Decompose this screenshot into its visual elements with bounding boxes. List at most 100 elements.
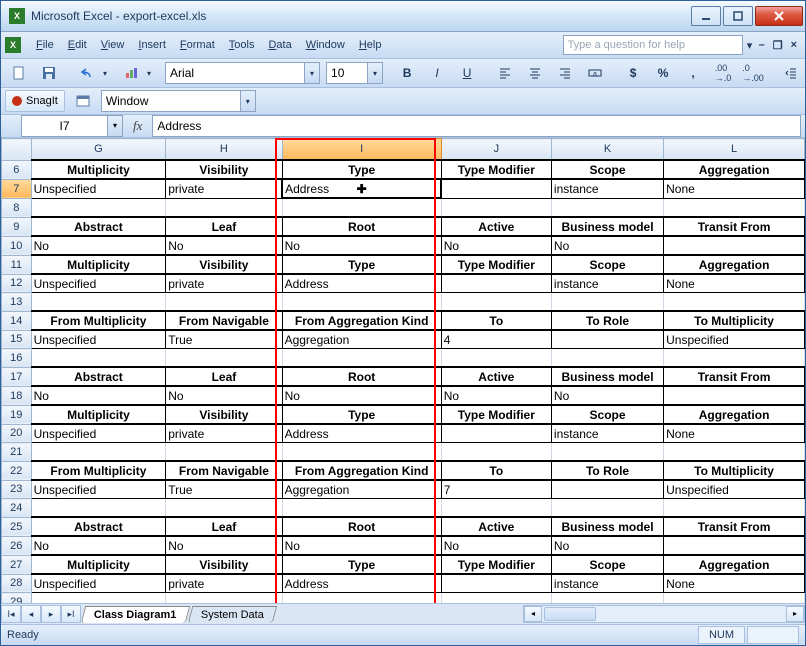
chevron-down-icon[interactable]: ▾ xyxy=(304,63,319,83)
cell-I6[interactable]: Type xyxy=(282,160,441,179)
cell-H24[interactable] xyxy=(166,499,282,518)
cell-G8[interactable] xyxy=(31,198,166,217)
cell-G18[interactable]: No xyxy=(31,386,166,405)
cell-J7[interactable] xyxy=(441,179,551,198)
maximize-button[interactable] xyxy=(723,6,753,26)
row-header-28[interactable]: 28 xyxy=(2,574,32,593)
col-header-G[interactable]: G xyxy=(31,139,166,161)
cell-H26[interactable]: No xyxy=(166,536,282,555)
cell-I11[interactable]: Type xyxy=(282,255,441,274)
cell-J18[interactable]: No xyxy=(441,386,551,405)
cell-K22[interactable]: To Role xyxy=(551,461,663,480)
cell-I24[interactable] xyxy=(282,499,441,518)
cell-J11[interactable]: Type Modifier xyxy=(441,255,551,274)
cell-I12[interactable]: Address xyxy=(282,274,441,293)
font-name-combo[interactable]: ▾ xyxy=(165,62,320,84)
undo-dropdown-icon[interactable]: ▾ xyxy=(103,69,107,78)
snagit-mode-input[interactable] xyxy=(102,92,240,110)
cell-J8[interactable] xyxy=(441,198,551,217)
row-header-25[interactable]: 25 xyxy=(2,517,32,536)
cell-G25[interactable]: Abstract xyxy=(31,517,166,536)
cell-I10[interactable]: No xyxy=(282,236,441,255)
cell-G15[interactable]: Unspecified xyxy=(31,330,166,349)
cell-L17[interactable]: Transit From xyxy=(664,367,805,386)
cell-K21[interactable] xyxy=(551,443,663,462)
merge-button[interactable]: a xyxy=(581,62,609,84)
cell-I20[interactable]: Address xyxy=(282,424,441,443)
row-header-14[interactable]: 14 xyxy=(2,311,32,330)
grid[interactable]: GHIJKL6MultiplicityVisibilityTypeType Mo… xyxy=(1,138,805,603)
tab-prev-button[interactable]: ◂ xyxy=(21,605,41,623)
cell-G9[interactable]: Abstract xyxy=(31,217,166,236)
cell-H23[interactable]: True xyxy=(166,480,282,499)
cell-I23[interactable]: Aggregation xyxy=(282,480,441,499)
row-header-15[interactable]: 15 xyxy=(2,330,32,349)
titlebar[interactable]: X Microsoft Excel - export-excel.xls xyxy=(1,1,805,32)
cell-H28[interactable]: private xyxy=(166,574,282,593)
cell-L23[interactable]: Unspecified xyxy=(664,480,805,499)
cell-J13[interactable] xyxy=(441,293,551,312)
cell-J14[interactable]: To xyxy=(441,311,551,330)
cell-K28[interactable]: instance xyxy=(551,574,663,593)
cell-K7[interactable]: instance xyxy=(551,179,663,198)
row-header-18[interactable]: 18 xyxy=(2,386,32,405)
cell-L18[interactable] xyxy=(664,386,805,405)
cell-L8[interactable] xyxy=(664,198,805,217)
col-header-L[interactable]: L xyxy=(664,139,805,161)
col-header-H[interactable]: H xyxy=(166,139,282,161)
row-header-7[interactable]: 7 xyxy=(2,179,32,198)
menu-data[interactable]: Data xyxy=(261,37,298,53)
cell-L25[interactable]: Transit From xyxy=(664,517,805,536)
help-search-input[interactable]: Type a question for help xyxy=(563,35,743,55)
cell-K26[interactable]: No xyxy=(551,536,663,555)
cell-H11[interactable]: Visibility xyxy=(166,255,282,274)
cell-L6[interactable]: Aggregation xyxy=(664,160,805,179)
row-header-16[interactable]: 16 xyxy=(2,349,32,368)
col-header-K[interactable]: K xyxy=(551,139,663,161)
select-all-corner[interactable] xyxy=(2,139,32,161)
cell-K27[interactable]: Scope xyxy=(551,555,663,574)
cell-L29[interactable] xyxy=(664,593,805,604)
cell-K11[interactable]: Scope xyxy=(551,255,663,274)
cell-J28[interactable] xyxy=(441,574,551,593)
chevron-down-icon[interactable]: ▾ xyxy=(107,116,122,136)
cell-K13[interactable] xyxy=(551,293,663,312)
font-name-input[interactable] xyxy=(166,64,304,82)
cell-J15[interactable]: 4 xyxy=(441,330,551,349)
cell-L24[interactable] xyxy=(664,499,805,518)
cell-L14[interactable]: To Multiplicity xyxy=(664,311,805,330)
row-header-26[interactable]: 26 xyxy=(2,536,32,555)
cell-J26[interactable]: No xyxy=(441,536,551,555)
cell-K12[interactable]: instance xyxy=(551,274,663,293)
col-header-I[interactable]: I xyxy=(282,139,441,161)
currency-button[interactable]: $ xyxy=(619,62,647,84)
cell-H27[interactable]: Visibility xyxy=(166,555,282,574)
cell-G23[interactable]: Unspecified xyxy=(31,480,166,499)
undo-button[interactable] xyxy=(73,62,101,84)
cell-H14[interactable]: From Navigable xyxy=(166,311,282,330)
row-header-23[interactable]: 23 xyxy=(2,480,32,499)
scroll-right-button[interactable]: ▸ xyxy=(786,606,804,622)
name-box[interactable]: I7▾ xyxy=(21,115,123,137)
cell-I17[interactable]: Root xyxy=(282,367,441,386)
cell-L7[interactable]: None xyxy=(664,179,805,198)
cell-G20[interactable]: Unspecified xyxy=(31,424,166,443)
cell-H17[interactable]: Leaf xyxy=(166,367,282,386)
menu-edit[interactable]: Edit xyxy=(61,37,94,53)
cell-J20[interactable] xyxy=(441,424,551,443)
cell-K19[interactable]: Scope xyxy=(551,405,663,424)
cell-L28[interactable]: None xyxy=(664,574,805,593)
cell-I22[interactable]: From Aggregation Kind xyxy=(282,461,441,480)
decrease-indent-button[interactable] xyxy=(777,62,805,84)
toolbar-options-icon[interactable]: ▾ xyxy=(147,69,151,78)
row-header-10[interactable]: 10 xyxy=(2,236,32,255)
cell-L27[interactable]: Aggregation xyxy=(664,555,805,574)
cell-H12[interactable]: private xyxy=(166,274,282,293)
cell-L11[interactable]: Aggregation xyxy=(664,255,805,274)
row-header-27[interactable]: 27 xyxy=(2,555,32,574)
cell-G11[interactable]: Multiplicity xyxy=(31,255,166,274)
snagit-button[interactable]: SnagIt xyxy=(5,90,65,112)
decrease-decimal-button[interactable]: .0→.00 xyxy=(739,62,767,84)
cell-L16[interactable] xyxy=(664,349,805,368)
row-header-24[interactable]: 24 xyxy=(2,499,32,518)
